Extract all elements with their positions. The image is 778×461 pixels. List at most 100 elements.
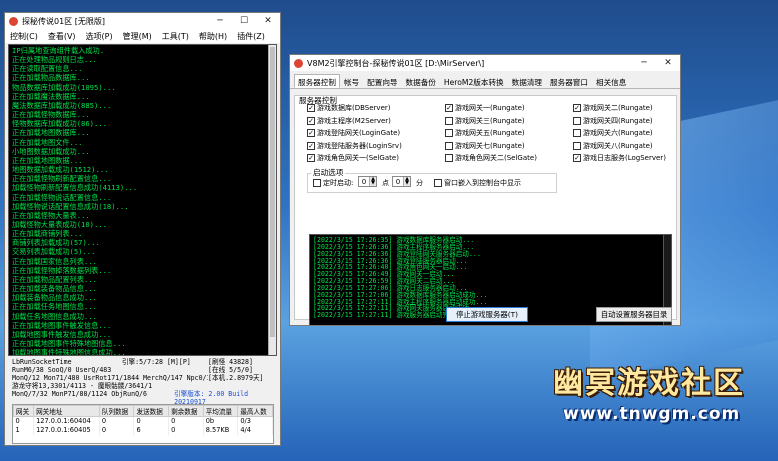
log-line: 加载地图事件触发信息成功...	[12, 329, 112, 339]
log-line: 正在加载国家信息列表...	[12, 256, 97, 266]
table-cell: 1	[13, 425, 35, 435]
embed-checkbox[interactable]: 窗口嵌入到控制台中显示	[434, 178, 521, 188]
auto-dir-button[interactable]: 自动设置服务器目录	[596, 307, 672, 322]
grid-header[interactable]: 最高人数	[237, 405, 273, 417]
grid-header[interactable]: 平均流量	[202, 405, 239, 417]
log-line: 魔法数据库加载成功(885)...	[12, 100, 112, 110]
server-checkbox[interactable]: 游戏数据库(DBServer)	[307, 103, 391, 113]
server-checkbox[interactable]: 游戏网关七(Rungate)	[445, 141, 525, 151]
grid-header[interactable]: 发送数据	[133, 405, 170, 417]
log-line: 正在加载装备物品信息...	[12, 284, 97, 294]
server-checkbox[interactable]: 游戏网关五(Rungate)	[445, 128, 525, 138]
tab-7[interactable]: 相关信息	[592, 74, 630, 88]
timer-checkbox[interactable]: 定时启动:	[313, 178, 353, 188]
hour-spinner[interactable]: 0 ▲ ▼	[358, 176, 377, 187]
app-icon	[9, 16, 18, 26]
table-cell: 0b	[203, 416, 239, 426]
table-cell: 0/3	[237, 416, 273, 426]
table-cell: 127.0.0.1:60405	[33, 425, 100, 435]
section-start-label: 启动选项	[311, 167, 346, 178]
console-tabs: 服务器控制 帐号 配置向导 数据备份 HeroM2版本转换 数据清理 服务器窗口 相关信息	[290, 74, 680, 89]
menu-manage[interactable]: 管理(M)	[118, 31, 157, 42]
console-window: V8M2引擎控制台-探秘传说01区 [D:\MirServer\] ─ ✕ 服务…	[289, 54, 681, 326]
server-checkbox[interactable]: 游戏网关一(Rungate)	[445, 103, 525, 113]
server-checkbox[interactable]: 游戏网关三(Rungate)	[445, 116, 525, 126]
minute-unit: 分	[416, 179, 423, 187]
menu-view[interactable]: 查看(V)	[43, 31, 81, 42]
engine-log[interactable]: IP归属地查询组件载入成功. 正在处理物品规则日志... 正在读取配置信息... 正在…	[8, 44, 277, 356]
server-checkbox[interactable]: 游戏网关六(Rungate)	[573, 128, 653, 138]
stat-local: [本机.2.8979天]	[208, 373, 264, 382]
log-line: 正在加载地图数据...	[12, 155, 83, 165]
table-row[interactable]: 1 127.0.0.1:60405 0 6 0 8.57KB 4/4	[13, 425, 273, 435]
log-line: 正在加载怪物刷新配置信息...	[12, 174, 112, 184]
log-line: 正在加载怪物掉落数据列表...	[12, 265, 112, 275]
menu-help[interactable]: 帮助(H)	[194, 31, 232, 42]
tab-1[interactable]: 帐号	[340, 74, 363, 88]
log-line: 正在加载任务地图信息...	[12, 302, 97, 312]
log-line: 怪物数据库加载成功(86)...	[12, 119, 107, 129]
close-icon[interactable]: ✕	[256, 16, 280, 26]
log-line: 地图数据加载成功(1512)...	[12, 165, 109, 175]
table-cell: 0	[133, 416, 170, 426]
grid-header[interactable]: 剩余数据	[168, 405, 204, 417]
table-cell: 6	[133, 425, 170, 435]
log-line: 交易列表加载成功(5)...	[12, 247, 96, 257]
server-checkbox[interactable]: 游戏网关二(Rungate)	[573, 103, 653, 113]
server-checkbox[interactable]: 游戏角色网关一(SelGate)	[307, 153, 399, 163]
table-cell: 4/4	[237, 425, 273, 435]
menu-plugins[interactable]: 插件(Z)	[232, 31, 270, 42]
log-line: 加载装备物品信息成功...	[12, 293, 97, 303]
server-checkbox[interactable]: 游戏登陆网关(LoginGate)	[307, 128, 400, 138]
server-checkbox[interactable]: 游戏主程序(M2Server)	[307, 116, 391, 126]
minute-spinner[interactable]: 0 ▲ ▼	[392, 176, 411, 187]
engine-titlebar[interactable]: 探秘传说01区 [无限版] ─ ☐ ✕	[5, 13, 280, 29]
log-line: 正在加载地图数据库...	[12, 128, 90, 138]
server-checkbox[interactable]: 游戏角色网关二(SelGate)	[445, 153, 537, 163]
tab-5[interactable]: 数据清理	[508, 74, 546, 88]
log-line: 正在加载怪物数据库...	[12, 110, 90, 120]
maximize-icon[interactable]: ☐	[232, 16, 256, 26]
log-line: 正在加载物品数据库...	[12, 73, 90, 83]
log-line: 正在加载怪物说话配置信息...	[12, 192, 112, 202]
grid-header[interactable]: 网关	[12, 405, 35, 417]
console-titlebar[interactable]: V8M2引擎控制台-探秘传说01区 [D:\MirServer\] ─ ✕	[290, 55, 680, 71]
grid-header[interactable]: 队列数据	[98, 405, 135, 417]
console-title: V8M2引擎控制台-探秘传说01区 [D:\MirServer\]	[307, 58, 485, 68]
tab-6[interactable]: 服务器窗口	[546, 74, 592, 88]
server-checkbox[interactable]: 游戏网关四(Rungate)	[573, 116, 653, 126]
log-line: 加载任务地图信息成功...	[12, 311, 97, 321]
watermark-url: www.tnwgm.com	[563, 404, 741, 424]
table-row[interactable]: 0 127.0.0.1:60404 0 0 0 0b 0/3	[13, 416, 273, 426]
log-line: IP归属地查询组件载入成功.	[12, 46, 105, 55]
grid-header[interactable]: 网关地址	[33, 405, 100, 417]
hour-unit: 点	[382, 179, 389, 187]
log-line: 正在加载商铺列表...	[12, 229, 83, 239]
minimize-icon[interactable]: ─	[208, 16, 232, 26]
menu-tools[interactable]: 工具(T)	[157, 31, 194, 42]
table-cell: 0	[168, 416, 204, 426]
console-close-icon[interactable]: ✕	[656, 58, 680, 68]
log-scrollbar[interactable]	[268, 45, 276, 355]
log-line: 正在加载地图文件...	[12, 137, 83, 147]
menu-options[interactable]: 选项(P)	[81, 31, 118, 42]
server-checkbox[interactable]: 游戏日志服务(LogServer)	[573, 153, 666, 163]
stat-engine: 引擎:5/7:28 [M][P]	[122, 358, 191, 366]
stop-server-button[interactable]: 停止游戏服务器(T)	[446, 307, 528, 322]
gateway-grid[interactable]: 网关 网关地址 队列数据 发送数据 剩余数据 平均流量 最高人数 0 127.0.0.1:60…	[12, 404, 274, 444]
table-cell: 0	[13, 416, 35, 426]
console-minimize-icon[interactable]: ─	[632, 58, 656, 68]
server-checkbox[interactable]: 游戏登陆服务器(LoginSrv)	[307, 141, 402, 151]
log-line: 正在加载魔法数据库...	[12, 91, 90, 101]
tab-0[interactable]: 服务器控制	[294, 74, 340, 88]
log-line: 正在处理物品规则日志...	[12, 55, 97, 65]
tab-4[interactable]: HeroM2版本转换	[440, 74, 508, 88]
table-cell: 0	[99, 416, 135, 426]
stat-queue: RunM6/38 SooQ/0 UserQ/483	[12, 365, 112, 374]
server-checkbox[interactable]: 游戏网关八(Rungate)	[573, 141, 653, 151]
engine-stats: LbRunSocketTime 引擎:5/7:28 [M][P] [刷怪 43828…	[12, 358, 280, 406]
menu-control[interactable]: 控制(C)	[5, 31, 43, 42]
tab-3[interactable]: 数据备份	[402, 74, 440, 88]
tab-2[interactable]: 配置向导	[363, 74, 401, 88]
log-line: 正在加载地图事件触发信息...	[12, 320, 112, 330]
